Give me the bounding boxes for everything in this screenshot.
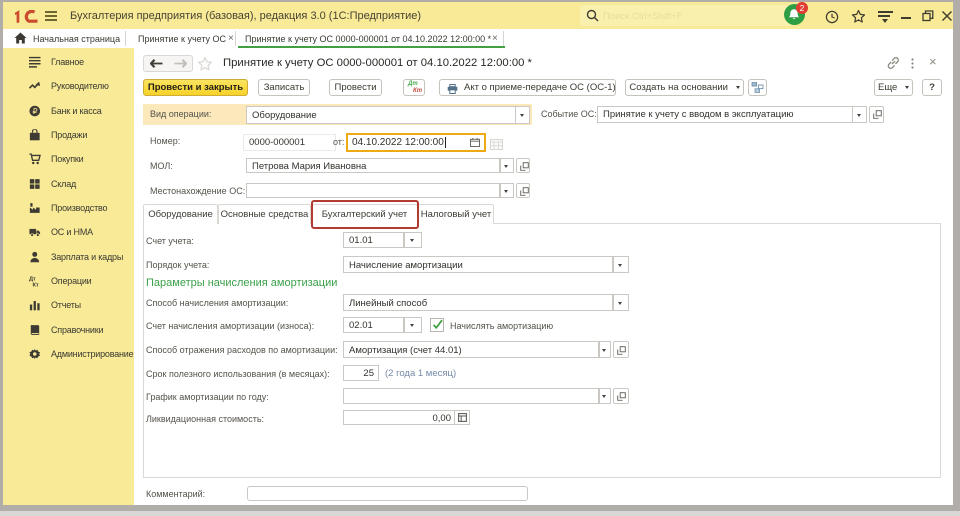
svg-text:₽: ₽ (33, 107, 38, 116)
svg-text:Кт: Кт (33, 282, 39, 286)
